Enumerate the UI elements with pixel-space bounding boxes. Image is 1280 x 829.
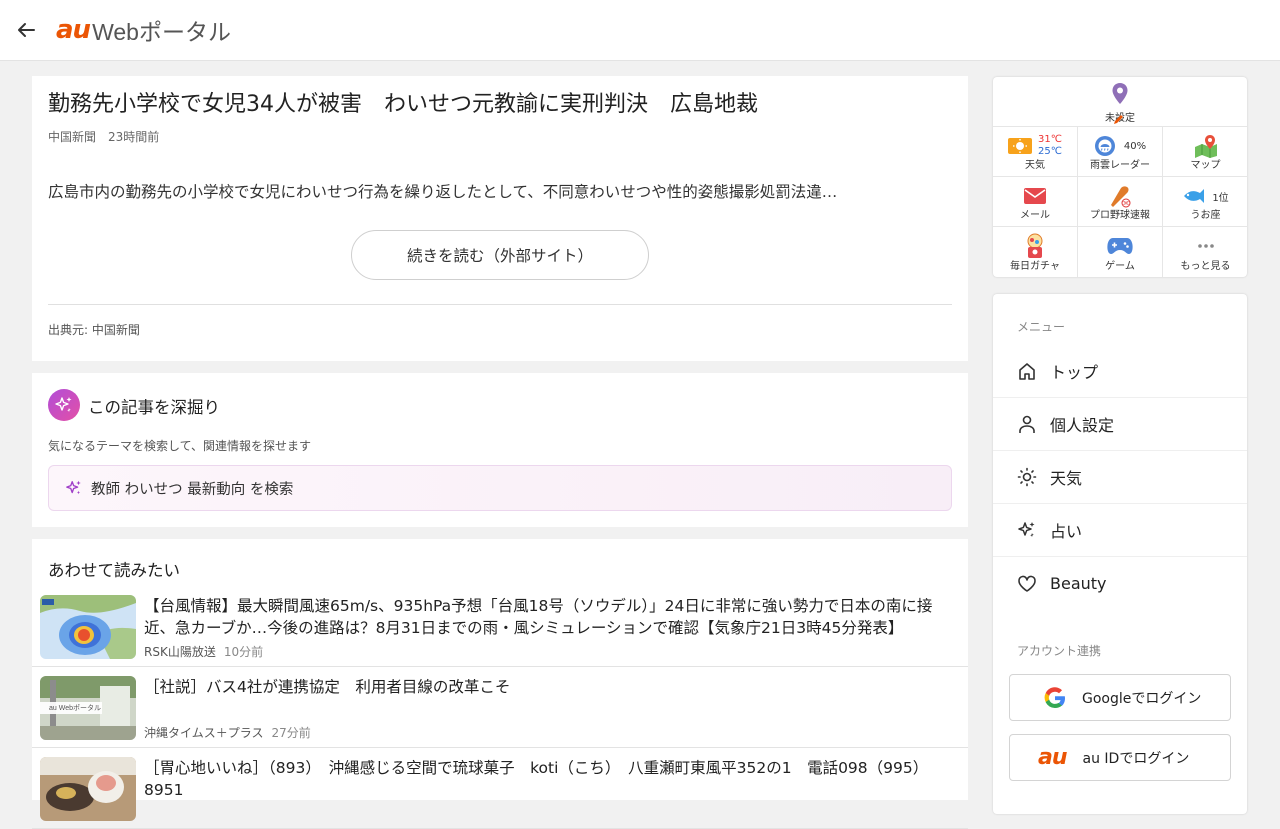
divider <box>48 304 952 305</box>
deep-dive-card: この記事を深掘り 気になるテーマを検索して、関連情報を探せます 教師 わいせつ … <box>32 373 968 527</box>
typhoon-map-thumbnail <box>40 595 136 659</box>
related-item-time: 27分前 <box>271 726 311 740</box>
related-item-time: 10分前 <box>223 645 264 659</box>
gacha-label: 毎日ガチャ <box>1010 261 1060 272</box>
au-id-login-button[interactable]: au au IDでログイン <box>1009 734 1231 781</box>
related-item-source: 沖縄タイムス＋プラス <box>144 726 264 740</box>
weather-label: 天気 <box>1025 160 1045 171</box>
location-setting[interactable]: 未設定 <box>993 77 1247 127</box>
location-label: 未設定 <box>993 109 1247 124</box>
related-item-title: ［胃心地いいね］（893） 沖縄感じる空間で琉球菓子 koti（こち） 八重瀬町… <box>144 759 929 799</box>
related-item-meta: RSK山陽放送 10分前 <box>144 643 263 660</box>
rain-percent: 40% <box>1123 140 1147 152</box>
bus-photo-thumbnail: au Webポータル <box>40 676 136 740</box>
menu-item-label: 天気 <box>1050 469 1083 488</box>
menu-item-personal-settings[interactable]: 個人設定 <box>993 398 1247 451</box>
sparkle-icon <box>66 480 81 495</box>
article-meta: 中国新聞 23時間前 <box>48 128 159 145</box>
related-item-meta: 沖縄タイムス＋プラス 27分前 <box>144 724 311 741</box>
location-pin-icon <box>1112 83 1128 104</box>
heart-icon <box>1016 573 1038 595</box>
related-item[interactable]: 【台風情報】最大瞬間風速65m/s、935hPa予想「台風18号（ソウデル）」2… <box>32 587 968 667</box>
article-time: 23時間前 <box>108 130 160 144</box>
google-logo-icon <box>1044 686 1066 709</box>
menu-item-top[interactable]: トップ <box>993 345 1247 398</box>
mail-widget[interactable]: メール <box>993 177 1078 227</box>
menu-item-fortune[interactable]: 占い <box>993 504 1247 557</box>
game-label: ゲーム <box>1105 261 1135 272</box>
menu-heading: メニュー <box>1017 320 1066 334</box>
deep-dive-search-button[interactable]: 教師 わいせつ 最新動向 を検索 <box>48 465 952 511</box>
rain-radar-widget[interactable]: 40% 雨雲レーダー <box>1078 127 1163 177</box>
article-title: 勤務先小学校で女児34人が被害 わいせつ元教諭に実刑判決 広島地裁 <box>48 92 758 117</box>
deep-dive-search-label: 教師 わいせつ 最新動向 を検索 <box>91 481 294 498</box>
more-dots-icon <box>1197 244 1214 248</box>
person-icon <box>1016 413 1038 435</box>
gacha-machine-icon <box>1027 233 1043 258</box>
weather-high: 31℃ <box>1038 134 1062 145</box>
menu-item-label: 占い <box>1050 522 1083 541</box>
related-item[interactable]: ［胃心地いいね］（893） 沖縄感じる空間で琉球菓子 koti（こち） 八重瀬町… <box>32 749 968 829</box>
mail-label: メール <box>1020 210 1050 221</box>
rain-radar-label: 雨雲レーダー <box>1090 160 1150 171</box>
app-header: au Webポータル <box>0 0 1280 61</box>
related-item-title: 【台風情報】最大瞬間風速65m/s、935hPa予想「台風18号（ソウデル）」2… <box>144 597 933 637</box>
au-logo: au <box>1038 745 1067 770</box>
mail-icon <box>1024 188 1046 204</box>
read-more-button[interactable]: 続きを読む（外部サイト） <box>351 230 649 280</box>
related-title: あわせて読みたい <box>48 561 180 580</box>
horoscope-widget[interactable]: 1位 うお座 <box>1163 177 1248 227</box>
article-source: 中国新聞 <box>48 130 97 144</box>
deep-dive-title: この記事を深掘り <box>88 398 220 417</box>
google-login-button[interactable]: Googleでログイン <box>1009 674 1231 721</box>
baseball-label: プロ野球速報 <box>1090 210 1150 221</box>
related-item-title: ［社説］バス4社が連携協定 利用者目線の改革こそ <box>144 678 511 696</box>
au-id-login-label: au IDでログイン <box>1082 750 1190 767</box>
related-item[interactable]: au Webポータル ［社説］バス4社が連携協定 利用者目線の改革こそ 沖縄タイ… <box>32 668 968 748</box>
thumbnail-overlay-text: au Webポータル <box>49 705 101 712</box>
service-widget: 未設定 31℃ 25℃ 天気 40% 雨雲レーダー マップ メール <box>993 77 1248 277</box>
back-arrow-icon[interactable] <box>12 16 40 44</box>
sun-icon <box>1008 138 1033 154</box>
baseball-bat-icon <box>1111 186 1131 208</box>
menu-item-label: トップ <box>1050 363 1099 382</box>
sweets-photo-thumbnail <box>40 757 136 821</box>
sparkle-icon <box>48 389 80 421</box>
map-label: マップ <box>1190 160 1221 171</box>
article-lead: 広島市内の勤務先の小学校で女児にわいせつ行為を繰り返したとして、不同意わいせつや… <box>48 183 838 201</box>
sun-icon <box>1016 466 1038 488</box>
article-card: 勤務先小学校で女児34人が被害 わいせつ元教諭に実刑判決 広島地裁 中国新聞 23… <box>32 76 968 361</box>
account-link-heading: アカウント連携 <box>1017 644 1102 658</box>
au-web-portal-logo[interactable]: au Webポータル <box>56 14 231 46</box>
more-widget[interactable]: もっと見る <box>1163 227 1248 277</box>
baseball-widget[interactable]: プロ野球速報 <box>1078 177 1163 227</box>
map-widget[interactable]: マップ <box>1163 127 1248 177</box>
game-widget[interactable]: ゲーム <box>1078 227 1163 277</box>
home-icon <box>1016 360 1038 382</box>
related-articles-card: あわせて読みたい 【台風情報】最大瞬間風速65m/s、935hPa予想「台風18… <box>32 539 968 829</box>
horoscope-rank: 1位 <box>1212 192 1229 204</box>
menu-item-beauty[interactable]: Beauty <box>993 557 1247 610</box>
side-menu: メニュー トップ 個人設定 天気 占い Beauty アカウント連携 Googl… <box>993 294 1247 814</box>
rain-radar-icon <box>1094 136 1115 156</box>
google-login-label: Googleでログイン <box>1082 690 1202 707</box>
weather-widget[interactable]: 31℃ 25℃ 天気 <box>993 127 1078 177</box>
game-controller-icon <box>1107 238 1133 254</box>
pencil-icon <box>1114 115 1123 124</box>
gacha-widget[interactable]: 毎日ガチャ <box>993 227 1078 277</box>
sparkle-icon <box>1016 519 1038 541</box>
article-credit: 出典元: 中国新聞 <box>48 323 140 337</box>
related-item-source: RSK山陽放送 <box>144 645 216 659</box>
menu-item-label: 個人設定 <box>1050 416 1115 435</box>
pisces-fish-icon <box>1184 189 1205 203</box>
deep-dive-description: 気になるテーマを検索して、関連情報を探せます <box>48 439 312 453</box>
menu-item-label: Beauty <box>1050 574 1107 593</box>
horoscope-label: うお座 <box>1190 210 1221 221</box>
more-label: もっと見る <box>1180 261 1231 272</box>
map-icon <box>1194 135 1217 158</box>
menu-item-weather[interactable]: 天気 <box>993 451 1247 504</box>
